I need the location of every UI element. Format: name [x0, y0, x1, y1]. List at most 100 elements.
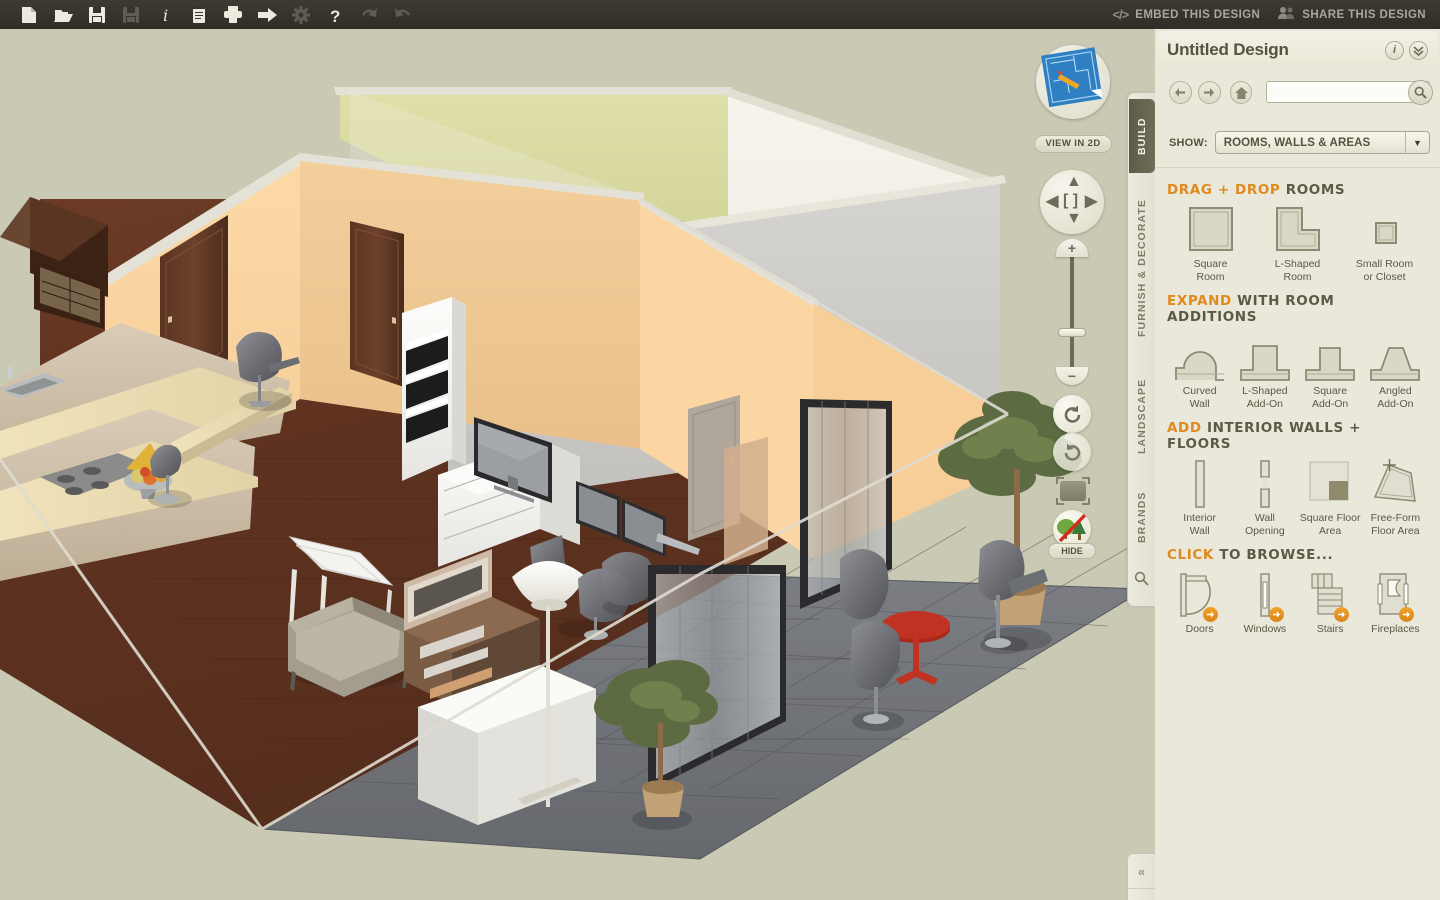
tile-label-l-shaped-room: L-Shaped Room: [1274, 258, 1321, 283]
stairs-icon: [1298, 568, 1363, 622]
section-click-to-browse: CLICK TO BROWSE... Doors Windows Stairs …: [1155, 541, 1440, 640]
tile-small-room-or-closet[interactable]: Small Room or Closet: [1341, 203, 1428, 283]
tile-free-form-floor-area[interactable]: Free-Form Floor Area: [1363, 457, 1428, 537]
section-title-highlight: EXPAND: [1167, 293, 1232, 309]
section-title-rest: ROOMS: [1280, 182, 1346, 198]
windows-icon: [1232, 568, 1297, 622]
toolbar-icon-group: i ?: [0, 0, 420, 29]
square-room-icon: [1167, 203, 1254, 255]
fireplaces-browse-badge[interactable]: [1399, 607, 1414, 622]
tile-square-room[interactable]: Square Room: [1167, 203, 1254, 283]
rotate-counterclockwise-button[interactable]: [1053, 395, 1091, 433]
hide-label[interactable]: HIDE: [1048, 543, 1096, 559]
tile-wall-opening[interactable]: Wall Opening: [1232, 457, 1297, 537]
help-icon[interactable]: ?: [318, 0, 352, 29]
section-title-add-interior-walls-floors: ADD INTERIOR WALLS + FLOORS: [1167, 420, 1428, 452]
tile-label-square-room: Square Room: [1193, 258, 1228, 283]
zoom-handle[interactable]: [1058, 328, 1086, 337]
tile-label-windows: Windows: [1243, 623, 1287, 635]
tile-stairs[interactable]: Stairs: [1298, 568, 1363, 636]
show-filter-label: SHOW:: [1169, 136, 1208, 149]
object-color-button[interactable]: [1056, 477, 1090, 505]
tile-fireplaces[interactable]: Fireplaces: [1363, 568, 1428, 636]
open-folder-icon[interactable]: [46, 0, 80, 29]
tile-l-shaped-add-on[interactable]: L-Shaped Add-On: [1232, 330, 1297, 410]
recenter-button[interactable]: [ ]: [1063, 192, 1078, 210]
panel-collapse-icon[interactable]: [1409, 40, 1428, 60]
collapse-panel-left-button[interactable]: «: [1128, 854, 1155, 889]
curved-wall-icon: [1167, 330, 1232, 382]
pan-right-button[interactable]: ▶: [1085, 191, 1097, 211]
save-icon[interactable]: [80, 0, 114, 29]
view-in-2d-label[interactable]: VIEW IN 2D: [1034, 135, 1112, 153]
rail-search-icon[interactable]: [1134, 571, 1149, 591]
rail-tab-build[interactable]: BUILD: [1129, 99, 1155, 173]
view-2d-thumbnail-icon: [1041, 47, 1103, 108]
panel-search-submit-button[interactable]: [1408, 80, 1433, 105]
show-filter-value: ROOMS, WALLS & AREAS: [1223, 136, 1371, 149]
tile-curved-wall[interactable]: Curved Wall: [1167, 330, 1232, 410]
save-as-icon[interactable]: [114, 0, 148, 29]
panel-search-input[interactable]: [1267, 82, 1406, 102]
section-title-highlight: ADD: [1167, 420, 1202, 436]
design-info-icon[interactable]: i: [1385, 40, 1404, 60]
pan-down-button[interactable]: ▼: [1066, 210, 1082, 228]
tile-interior-wall[interactable]: Interior Wall: [1167, 457, 1232, 537]
zoom-slider[interactable]: + −: [1056, 239, 1088, 385]
section-title-highlight: DRAG + DROP: [1167, 182, 1281, 198]
l-shaped-add-on-icon: [1232, 330, 1297, 382]
rail-tab-furnish-decorate[interactable]: FURNISH & DECORATE: [1129, 179, 1155, 357]
panel-search-box[interactable]: [1266, 80, 1433, 105]
tile-square-floor-area[interactable]: Square Floor Area: [1298, 457, 1363, 537]
pan-dpad[interactable]: ▲ ▼ ◀ ▶ [ ]: [1040, 170, 1104, 234]
floorplan-3d-canvas[interactable]: [0, 29, 1155, 900]
crop-brackets-icon: [1056, 477, 1090, 505]
main-toolbar: i ? </> EMBED THIS DESIGN SHARE THIS DES…: [0, 0, 1440, 29]
tile-windows[interactable]: Windows: [1232, 568, 1297, 636]
settings-gear-icon[interactable]: [284, 0, 318, 29]
rotate-clockwise-button[interactable]: [1053, 433, 1091, 471]
print-icon[interactable]: [216, 0, 250, 29]
tile-label-small-room-or-closet: Small Room or Closet: [1355, 258, 1414, 283]
tile-label-stairs: Stairs: [1316, 623, 1344, 635]
pan-up-button[interactable]: ▲: [1066, 173, 1082, 191]
panel-back-button[interactable]: [1169, 81, 1192, 104]
section-expand-room-additions: EXPAND WITH ROOM ADDITIONS Curved Wall L-…: [1155, 287, 1440, 414]
zoom-in-button[interactable]: +: [1056, 239, 1088, 257]
tile-angled-add-on[interactable]: Angled Add-On: [1363, 330, 1428, 410]
undo-icon[interactable]: [352, 0, 386, 29]
zoom-out-button[interactable]: −: [1056, 367, 1088, 385]
new-file-icon[interactable]: [12, 0, 46, 29]
collapse-panel-right-button[interactable]: »: [1128, 889, 1155, 900]
chevron-down-icon[interactable]: ▼: [1405, 132, 1429, 153]
tile-label-free-form-floor-area: Free-Form Floor Area: [1370, 512, 1421, 537]
tile-row-additions: Curved Wall L-Shaped Add-On Square Add-On: [1167, 330, 1428, 410]
tile-l-shaped-room[interactable]: L-Shaped Room: [1254, 203, 1341, 283]
share-design-button[interactable]: SHARE THIS DESIGN: [1278, 6, 1426, 23]
zoom-track[interactable]: [1070, 253, 1074, 375]
embed-design-button[interactable]: </> EMBED THIS DESIGN: [1112, 7, 1260, 22]
windows-browse-badge[interactable]: [1268, 607, 1284, 622]
show-filter-select[interactable]: ROOMS, WALLS & AREAS ▼: [1214, 131, 1430, 154]
tile-label-l-shaped-add-on: L-Shaped Add-On: [1242, 385, 1288, 410]
stairs-browse-badge[interactable]: [1333, 607, 1349, 622]
fireplaces-icon: [1363, 568, 1428, 622]
export-icon[interactable]: [250, 0, 284, 29]
panel-forward-button[interactable]: [1197, 81, 1221, 104]
rail-tab-brands[interactable]: BRANDS: [1129, 475, 1155, 559]
free-form-floor-area-icon: [1363, 457, 1428, 509]
notes-icon[interactable]: [182, 0, 216, 29]
pan-left-button[interactable]: ◀: [1046, 191, 1058, 211]
section-drag-drop-rooms: DRAG + DROP ROOMS Square Room L-Shaped Roo…: [1155, 176, 1440, 287]
toolbar-right-actions: </> EMBED THIS DESIGN SHARE THIS DESIGN: [1112, 6, 1440, 23]
tile-square-add-on[interactable]: Square Add-On: [1298, 330, 1363, 410]
view-in-2d-button[interactable]: [1036, 45, 1110, 119]
rail-tab-landscape[interactable]: LANDSCAPE: [1129, 361, 1155, 471]
floorplan-3d-scene: [0, 29, 1155, 900]
info-icon[interactable]: i: [148, 0, 182, 29]
section-title-drag-drop-rooms: DRAG + DROP ROOMS: [1167, 182, 1428, 198]
redo-icon[interactable]: [386, 0, 420, 29]
tile-doors[interactable]: Doors: [1167, 568, 1232, 636]
panel-home-button[interactable]: [1229, 81, 1253, 104]
panel-header: Untitled Design i: [1157, 31, 1438, 69]
